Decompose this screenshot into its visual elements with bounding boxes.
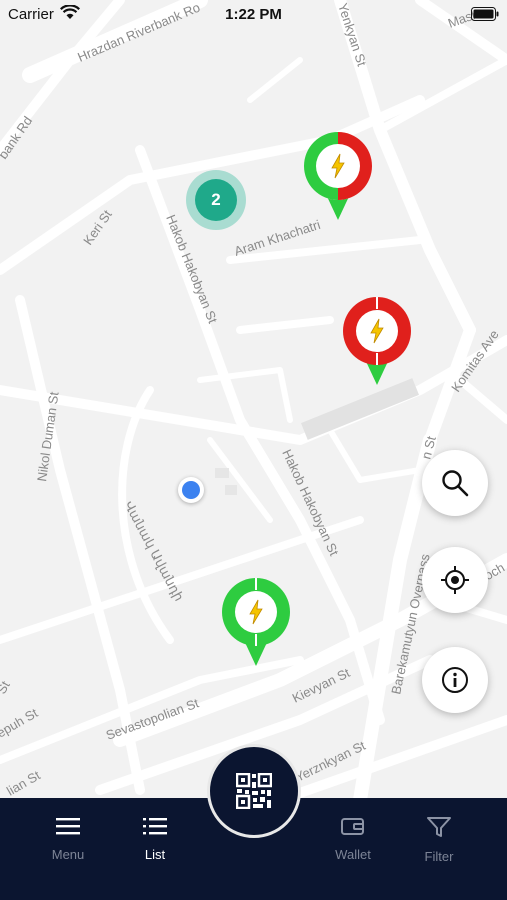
status-bar: Carrier 1:22 PM bbox=[0, 0, 507, 28]
search-icon bbox=[442, 470, 469, 497]
list-icon bbox=[143, 818, 167, 835]
tab-label: Filter bbox=[424, 849, 454, 864]
charging-station-pin[interactable] bbox=[220, 576, 292, 673]
locate-me-button[interactable] bbox=[422, 547, 488, 613]
menu-icon bbox=[56, 818, 80, 835]
info-button[interactable] bbox=[422, 647, 488, 713]
charging-station-pin[interactable] bbox=[341, 295, 413, 392]
tab-list[interactable]: List bbox=[120, 816, 190, 862]
clock-label: 1:22 PM bbox=[225, 6, 282, 23]
scan-qr-button[interactable] bbox=[207, 744, 301, 838]
cluster-count: 2 bbox=[195, 179, 237, 221]
wallet-icon bbox=[341, 818, 364, 835]
locate-icon bbox=[441, 566, 469, 594]
charging-station-pin[interactable] bbox=[302, 130, 374, 227]
qr-code-icon bbox=[236, 773, 272, 809]
filter-icon bbox=[427, 817, 451, 837]
tab-filter[interactable]: Filter bbox=[404, 816, 474, 864]
tab-wallet[interactable]: Wallet bbox=[318, 816, 388, 862]
battery-icon bbox=[471, 7, 499, 26]
tab-label: Menu bbox=[51, 847, 85, 862]
search-button[interactable] bbox=[422, 450, 488, 516]
info-icon bbox=[442, 667, 468, 693]
tab-label: Wallet bbox=[335, 847, 371, 862]
tab-label: List bbox=[144, 847, 166, 862]
user-location-dot bbox=[178, 477, 204, 503]
tab-menu[interactable]: Menu bbox=[33, 816, 103, 862]
station-cluster[interactable]: 2 bbox=[186, 170, 246, 230]
